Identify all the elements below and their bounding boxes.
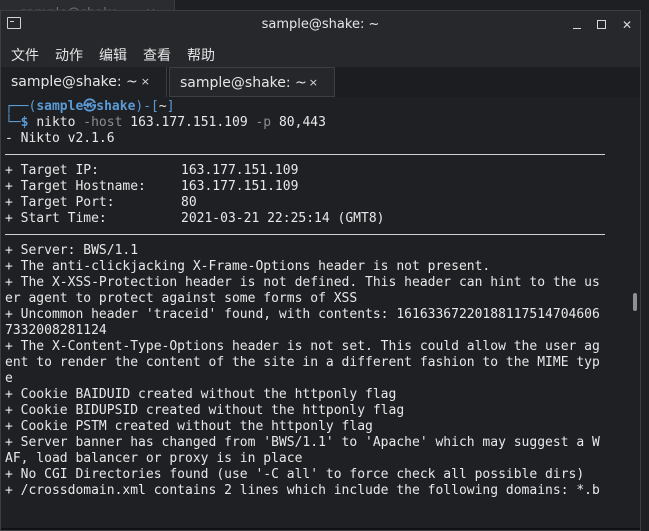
window-bottom-edge [1,528,640,530]
result-line: + /crossdomain.xml contains 2 lines whic… [5,483,600,498]
target-value: 80 [181,195,197,210]
result-line: + The anti-clickjacking X-Frame-Options … [5,259,491,274]
result-line: AF, load balancer or proxy is in place [5,451,303,466]
result-line: ent to render the content of the site in… [5,355,600,370]
prompt-symbol: $ [20,115,29,130]
tab-inactive[interactable]: sample@shake: ~ × [169,67,335,97]
prompt-frame-mid: )-[ [135,99,159,114]
menu-action[interactable]: 动作 [55,45,83,65]
menu-edit[interactable]: 编辑 [99,45,127,65]
command-line: └─$ nikto -host 163.177.151.109 -p 80,44… [5,115,640,131]
terminal-scrollbar[interactable] [633,293,637,311]
tab-close-icon[interactable]: × [309,68,318,98]
target-ip: + Target IP: 163.177.151.109 [5,163,640,179]
command-ports: 80,443 [278,115,326,130]
target-value: 163.177.151.109 [181,179,299,194]
menu-file[interactable]: 文件 [11,45,39,65]
minimize-button[interactable] [570,18,584,32]
terminal-window: sample@shake: ~ ✕ 文件 动作 编辑 查看 帮助 sample@… [0,10,641,531]
target-port: + Target Port: 80 [5,195,640,211]
result-line: + Cookie BIDUPSID created without the ht… [5,403,405,418]
close-button[interactable]: ✕ [620,18,634,32]
result-line: + Cookie PSTM created without the httpon… [5,419,373,434]
menu-bar: 文件 动作 编辑 查看 帮助 [1,41,640,67]
start-time: + Start Time: 2021-03-21 22:25:14 (GMT8) [5,211,640,227]
prompt-frame-top: ┌──( [5,99,37,114]
command-name: nikto [36,115,76,130]
result-line: + The X-Content-Type-Options header is n… [5,339,600,354]
result-line: + Uncommon header 'traceid' found, with … [5,307,600,322]
target-label: + Target Port: [5,195,115,210]
prompt-frame-bottom: └─ [5,115,21,130]
title-bar[interactable]: sample@shake: ~ ✕ [1,11,640,41]
command-flag-port: -p [255,115,272,130]
result-line: 7332008281124 [5,323,107,338]
prompt-frame-end: ] [166,99,175,114]
result-line: + No CGI Directories found (use '-C all'… [5,467,585,482]
prompt-line-top: ┌──(sample㉿shake)-[~] [5,99,640,115]
tab-bar: sample@shake: ~ × sample@shake: ~ × [1,67,640,97]
tab-close-icon[interactable]: × [141,67,150,97]
terminal-output[interactable]: ┌──(sample㉿shake)-[~] └─$ nikto -host 16… [1,97,640,530]
target-value: 163.177.151.109 [181,163,299,178]
result-line: e [5,371,13,386]
result-line: + Cookie BAIDUID created without the htt… [5,387,397,402]
tab-label: sample@shake: ~ [11,74,138,90]
command-flag-host: -host [83,115,123,130]
prompt-directory: ~ [158,99,167,114]
result-line: + The X-XSS-Protection header is not def… [5,275,600,290]
target-hostname: + Target Hostname: 163.177.151.109 [5,179,640,195]
result-line: + Server: BWS/1.1 [5,243,139,258]
menu-view[interactable]: 查看 [143,45,171,65]
target-label: + Start Time: [5,211,107,226]
prompt-user-host: sample㉿shake [36,99,136,114]
nikto-version: - Nikto v2.1.6 [5,131,115,146]
window-title: sample@shake: ~ [261,17,380,32]
tab-label: sample@shake: ~ [180,75,307,91]
tab-active[interactable]: sample@shake: ~ × [1,67,167,97]
target-label: + Target Hostname: [5,179,146,194]
result-line: er agent to protect against some forms o… [5,291,358,306]
menu-help[interactable]: 帮助 [187,45,215,65]
separator [5,154,605,155]
separator [5,234,605,235]
target-value: 2021-03-21 22:25:14 (GMT8) [181,211,385,226]
command-host: 163.177.151.109 [130,115,248,130]
result-line: + Server banner has changed from 'BWS/1.… [5,435,600,450]
maximize-button[interactable] [595,18,609,32]
target-label: + Target IP: [5,163,99,178]
